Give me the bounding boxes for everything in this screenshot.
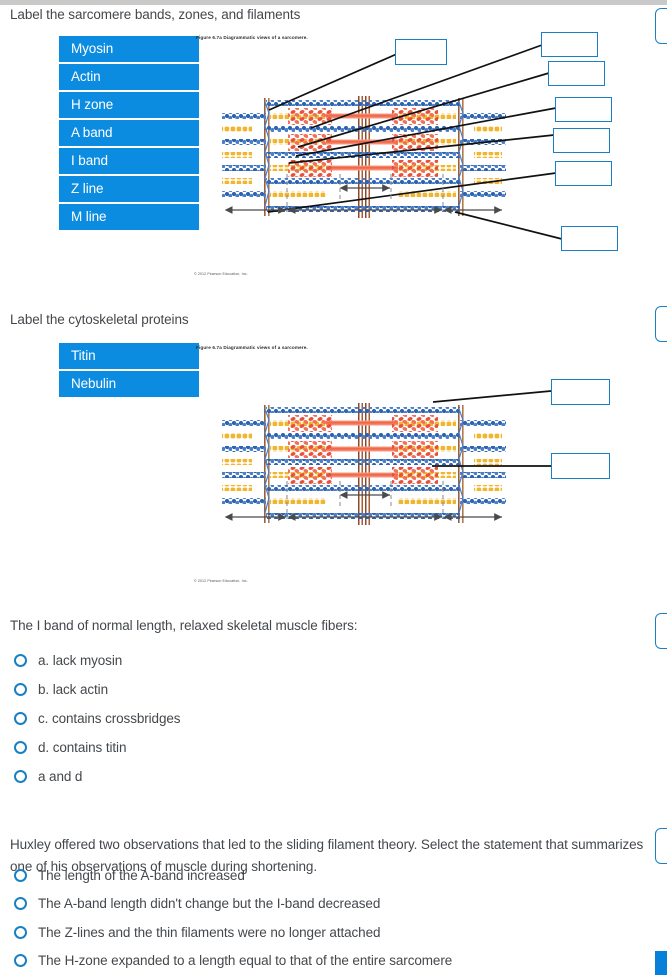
dropbox-s1-5[interactable] (553, 128, 610, 153)
question3-prompt: The I band of normal length, relaxed ske… (10, 618, 358, 633)
dropbox-s1-3[interactable] (548, 61, 605, 86)
option-q4-b-label: The A-band length didn't change but the … (38, 896, 381, 911)
dropbox-s2-2[interactable] (551, 453, 610, 479)
edge-panel-section2[interactable] (655, 306, 667, 342)
section2-prompt: Label the cytoskeletal proteins (10, 312, 189, 327)
dropbox-s1-6[interactable] (555, 161, 612, 186)
radio-icon[interactable] (14, 869, 27, 882)
radio-icon[interactable] (14, 954, 27, 967)
option-q3-b-label: b. lack actin (38, 682, 108, 697)
radio-icon[interactable] (14, 741, 27, 754)
chip-i-band[interactable]: I band (59, 148, 199, 174)
option-q4-b[interactable]: The A-band length didn't change but the … (14, 896, 380, 911)
section1-sarcomere-figure (218, 96, 510, 221)
top-divider-bar (0, 0, 667, 5)
chip-actin[interactable]: Actin (59, 64, 199, 90)
question4-prompt-line1: Huxley offered two observations that led… (10, 837, 644, 852)
radio-icon[interactable] (14, 712, 27, 725)
radio-icon[interactable] (14, 926, 27, 939)
section1-prompt: Label the sarcomere bands, zones, and fi… (10, 7, 301, 22)
chip-z-line[interactable]: Z line (59, 176, 199, 202)
dropbox-s1-2[interactable] (541, 32, 598, 57)
quiz-page: Label the sarcomere bands, zones, and fi… (0, 0, 667, 975)
dropbox-s1-7[interactable] (561, 226, 618, 251)
option-q3-e[interactable]: a and d (14, 769, 82, 784)
option-q4-d-label: The H-zone expanded to a length equal to… (38, 953, 453, 968)
section2-figure-copyright: © 2012 Pearson Education, Inc. (194, 579, 248, 583)
option-q4-a-label: The length of the A-band increased (38, 868, 245, 883)
edge-panel-top[interactable] (655, 8, 667, 44)
option-q3-a[interactable]: a. lack myosin (14, 653, 122, 668)
option-q3-c-label: c. contains crossbridges (38, 711, 181, 726)
option-q3-d[interactable]: d. contains titin (14, 740, 126, 755)
chip-titin[interactable]: Titin (59, 343, 199, 369)
edge-scroll-indicator[interactable] (655, 951, 667, 975)
chip-h-zone[interactable]: H zone (59, 92, 199, 118)
option-q4-c-label: The Z-lines and the thin filaments were … (38, 925, 381, 940)
dropbox-s1-1[interactable] (395, 39, 447, 65)
chip-m-line[interactable]: M line (59, 204, 199, 230)
section2-sarcomere-figure (218, 403, 510, 528)
option-q4-d[interactable]: The H-zone expanded to a length equal to… (14, 953, 452, 968)
option-q4-c[interactable]: The Z-lines and the thin filaments were … (14, 925, 381, 940)
radio-icon[interactable] (14, 897, 27, 910)
chip-a-band[interactable]: A band (59, 120, 199, 146)
radio-icon[interactable] (14, 654, 27, 667)
section1-figure-copyright: © 2012 Pearson Education, Inc. (194, 272, 248, 276)
option-q3-c[interactable]: c. contains crossbridges (14, 711, 181, 726)
chip-myosin[interactable]: Myosin (59, 36, 199, 62)
edge-panel-question3[interactable] (655, 613, 667, 649)
option-q4-a[interactable]: The length of the A-band increased (14, 868, 245, 883)
option-q3-a-label: a. lack myosin (38, 653, 123, 668)
section1-figure-caption: Figure 6.7a Diagrammatic views of a sarc… (196, 35, 308, 40)
dropbox-s2-1[interactable] (551, 379, 610, 405)
edge-panel-question4[interactable] (655, 828, 667, 864)
radio-icon[interactable] (14, 683, 27, 696)
chip-nebulin[interactable]: Nebulin (59, 371, 199, 397)
option-q3-b[interactable]: b. lack actin (14, 682, 108, 697)
radio-icon[interactable] (14, 770, 27, 783)
dropbox-s1-4[interactable] (555, 97, 612, 122)
section2-figure-caption: Figure 6.7a Diagrammatic views of a sarc… (196, 345, 308, 350)
option-q3-e-label: a and d (38, 769, 83, 784)
option-q3-d-label: d. contains titin (38, 740, 127, 755)
